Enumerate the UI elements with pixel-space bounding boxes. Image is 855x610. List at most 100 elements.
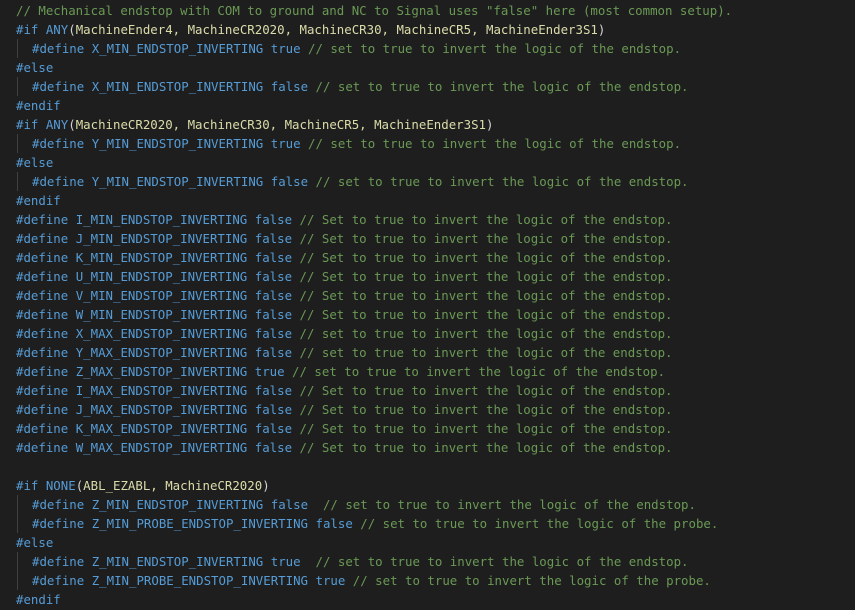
token-macro: J_MIN_ENDSTOP_INVERTING xyxy=(75,231,255,246)
token-directive: #if xyxy=(16,22,46,37)
token-comment: // Set to true to invert the logic of th… xyxy=(299,440,673,455)
code-line[interactable]: #if ANY(MachineEnder4, MachineCR2020, Ma… xyxy=(0,20,855,39)
code-line[interactable]: #if NONE(ABL_EZABL, MachineCR2020) xyxy=(0,476,855,495)
code-line[interactable]: #define Z_MIN_PROBE_ENDSTOP_INVERTING tr… xyxy=(0,571,855,590)
token-macro: NONE xyxy=(45,478,76,493)
token-plain: ) xyxy=(262,478,270,493)
code-line[interactable]: #define I_MIN_ENDSTOP_INVERTING false //… xyxy=(0,210,855,229)
token-value: false xyxy=(254,383,300,398)
token-directive: #define xyxy=(16,440,76,455)
code-line[interactable]: #define Y_MAX_ENDSTOP_INVERTING false //… xyxy=(0,343,855,362)
code-line[interactable]: #define U_MIN_ENDSTOP_INVERTING false //… xyxy=(0,267,855,286)
code-line[interactable]: #endif xyxy=(0,191,855,210)
token-comment: // Set to true to invert the logic of th… xyxy=(299,231,673,246)
code-line[interactable]: #else xyxy=(0,58,855,77)
code-line[interactable]: #define Z_MAX_ENDSTOP_INVERTING true // … xyxy=(0,362,855,381)
token-macro: Z_MIN_PROBE_ENDSTOP_INVERTING xyxy=(91,573,316,588)
token-macro: Y_MAX_ENDSTOP_INVERTING xyxy=(75,345,255,360)
code-line[interactable]: #define Z_MIN_ENDSTOP_INVERTING false //… xyxy=(0,495,855,514)
code-line[interactable]: #else xyxy=(0,153,855,172)
token-comment: // set to true to invert the logic of th… xyxy=(352,573,711,588)
token-plain: ) xyxy=(597,22,606,37)
token-directive: #define xyxy=(32,79,92,94)
token-func: ABL_EZABL, MachineCR2020 xyxy=(83,478,263,493)
code-line[interactable]: #define K_MAX_ENDSTOP_INVERTING false //… xyxy=(0,419,855,438)
code-line[interactable]: #define Z_MIN_ENDSTOP_INVERTING true // … xyxy=(0,552,855,571)
token-directive: #endif xyxy=(16,98,61,113)
token-value: false xyxy=(254,212,300,227)
code-line[interactable]: #define J_MAX_ENDSTOP_INVERTING false //… xyxy=(0,400,855,419)
token-comment: // Set to true to invert the logic of th… xyxy=(299,212,673,227)
token-value: false xyxy=(315,516,361,531)
code-line[interactable]: #define V_MIN_ENDSTOP_INVERTING false //… xyxy=(0,286,855,305)
code-line[interactable]: #define Z_MIN_PROBE_ENDSTOP_INVERTING fa… xyxy=(0,514,855,533)
code-line[interactable]: #define I_MAX_ENDSTOP_INVERTING false //… xyxy=(0,381,855,400)
token-value: false xyxy=(254,421,300,436)
token-comment: // set to true to invert the logic of th… xyxy=(308,41,682,56)
token-macro: Y_MIN_ENDSTOP_INVERTING xyxy=(91,136,271,151)
token-directive: #endif xyxy=(16,193,61,208)
code-line[interactable]: #else xyxy=(0,533,855,552)
token-comment: // set to true to invert the logic of th… xyxy=(315,79,689,94)
token-macro: Y_MIN_ENDSTOP_INVERTING xyxy=(91,174,271,189)
token-directive: #define xyxy=(16,326,76,341)
code-line[interactable]: #define W_MIN_ENDSTOP_INVERTING false //… xyxy=(0,305,855,324)
token-directive: #define xyxy=(16,288,76,303)
token-directive: #define xyxy=(32,174,92,189)
token-comment: // Set to true to invert the logic of th… xyxy=(299,421,673,436)
token-comment: // set to true to invert the logic of th… xyxy=(308,136,682,151)
code-line[interactable] xyxy=(0,457,855,476)
token-value: false xyxy=(254,402,300,417)
token-directive: #define xyxy=(16,383,76,398)
token-directive: #endif xyxy=(16,592,61,607)
token-func: MachineEnder4, MachineCR2020, MachineCR3… xyxy=(75,22,598,37)
code-editor[interactable]: // Mechanical endstop with COM to ground… xyxy=(0,0,855,610)
token-directive: #define xyxy=(32,516,92,531)
token-macro: Z_MIN_PROBE_ENDSTOP_INVERTING xyxy=(91,516,316,531)
token-value: false xyxy=(254,345,300,360)
token-directive: #define xyxy=(16,364,76,379)
token-macro: W_MIN_ENDSTOP_INVERTING xyxy=(75,307,255,322)
token-directive: #if xyxy=(16,478,46,493)
token-macro: Z_MIN_ENDSTOP_INVERTING xyxy=(91,497,271,512)
token-directive: #if xyxy=(16,117,46,132)
token-macro: U_MIN_ENDSTOP_INVERTING xyxy=(75,269,255,284)
code-line[interactable]: #define X_MAX_ENDSTOP_INVERTING false //… xyxy=(0,324,855,343)
token-macro: K_MAX_ENDSTOP_INVERTING xyxy=(75,421,255,436)
code-line[interactable]: #if ANY(MachineCR2020, MachineCR30, Mach… xyxy=(0,115,855,134)
code-line[interactable]: #endif xyxy=(0,590,855,609)
token-macro: X_MIN_ENDSTOP_INVERTING xyxy=(91,41,271,56)
code-line[interactable]: #define Y_MIN_ENDSTOP_INVERTING true // … xyxy=(0,134,855,153)
code-line[interactable]: #define K_MIN_ENDSTOP_INVERTING false //… xyxy=(0,248,855,267)
code-line[interactable]: #define Y_MIN_ENDSTOP_INVERTING false //… xyxy=(0,172,855,191)
token-directive: #define xyxy=(16,307,76,322)
token-macro: ANY xyxy=(45,22,69,37)
token-directive: #define xyxy=(32,573,92,588)
token-directive: #else xyxy=(16,535,54,550)
token-plain: ) xyxy=(486,117,494,132)
token-func: MachineCR2020, MachineCR30, MachineCR5, … xyxy=(75,117,486,132)
token-macro: ANY xyxy=(45,117,69,132)
token-macro: Z_MAX_ENDSTOP_INVERTING xyxy=(75,364,255,379)
token-directive: #define xyxy=(16,231,76,246)
code-line[interactable]: #define X_MIN_ENDSTOP_INVERTING false //… xyxy=(0,77,855,96)
code-line[interactable]: #endif xyxy=(0,96,855,115)
token-macro: I_MAX_ENDSTOP_INVERTING xyxy=(75,383,255,398)
token-directive: #define xyxy=(16,269,76,284)
token-directive: #define xyxy=(16,421,76,436)
token-comment: // Mechanical endstop with COM to ground… xyxy=(16,3,733,18)
code-line[interactable]: #define J_MIN_ENDSTOP_INVERTING false //… xyxy=(0,229,855,248)
token-comment: // set to true to invert the logic of th… xyxy=(292,364,666,379)
token-value: false xyxy=(254,288,300,303)
token-plain: ( xyxy=(68,22,76,37)
token-comment: // set to true to invert the logic of th… xyxy=(299,345,673,360)
code-line[interactable]: // Mechanical endstop with COM to ground… xyxy=(0,1,855,20)
token-directive: #define xyxy=(16,250,76,265)
token-macro: X_MIN_ENDSTOP_INVERTING xyxy=(91,79,271,94)
code-line[interactable]: #define X_MIN_ENDSTOP_INVERTING true // … xyxy=(0,39,855,58)
token-value: true xyxy=(254,364,293,379)
token-macro: W_MAX_ENDSTOP_INVERTING xyxy=(75,440,255,455)
token-directive: #define xyxy=(16,402,76,417)
code-line[interactable]: #define W_MAX_ENDSTOP_INVERTING false //… xyxy=(0,438,855,457)
token-value: true xyxy=(270,554,316,569)
